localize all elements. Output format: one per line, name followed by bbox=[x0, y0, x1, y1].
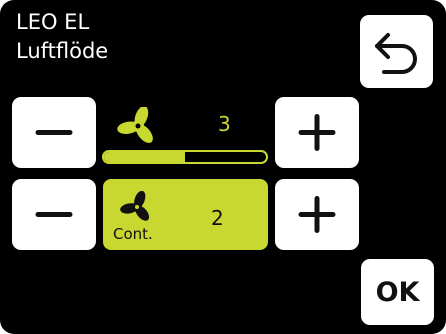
device-name: LEO EL bbox=[16, 10, 90, 34]
fan-icon bbox=[120, 191, 150, 221]
ok-button[interactable]: OK bbox=[361, 259, 434, 325]
fan-speed-bar bbox=[102, 150, 268, 164]
continuous-increase-button[interactable] bbox=[275, 179, 359, 250]
back-arrow-icon bbox=[375, 33, 417, 74]
fan-icon bbox=[117, 107, 153, 143]
fan-speed-bar-fill bbox=[104, 152, 185, 162]
plus-icon bbox=[298, 114, 336, 151]
continuous-decrease-button[interactable] bbox=[12, 179, 96, 250]
device-screen: LEO EL Luftflöde 3 Cont. 2 OK bbox=[0, 0, 446, 334]
continuous-label: Cont. bbox=[113, 225, 153, 243]
plus-icon bbox=[298, 196, 336, 233]
back-button[interactable] bbox=[360, 15, 433, 88]
minus-icon bbox=[35, 130, 73, 135]
minus-icon bbox=[35, 212, 73, 217]
continuous-level: 2 bbox=[211, 206, 224, 230]
fan-speed-decrease-button[interactable] bbox=[12, 97, 96, 168]
fan-speed-increase-button[interactable] bbox=[275, 97, 359, 168]
fan-speed-level: 3 bbox=[218, 112, 231, 136]
continuous-panel[interactable]: Cont. 2 bbox=[103, 179, 268, 250]
header-title: LEO EL Luftflöde bbox=[16, 8, 108, 66]
screen-name: Luftflöde bbox=[16, 39, 109, 63]
